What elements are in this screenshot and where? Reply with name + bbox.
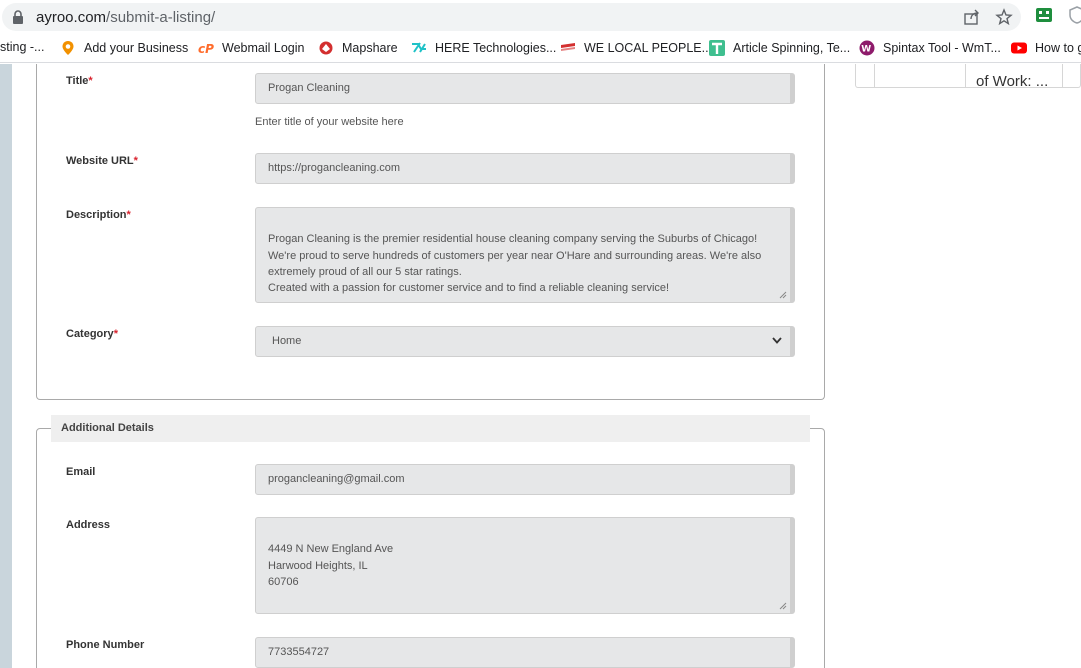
- description-label: Description*: [66, 209, 131, 221]
- star-icon[interactable]: [995, 8, 1013, 26]
- shield-icon[interactable]: [1068, 6, 1081, 24]
- chevron-down-icon: [772, 337, 782, 344]
- side-widget-text[interactable]: of Work: ...: [976, 73, 1048, 90]
- resize-handle-icon[interactable]: [779, 602, 787, 610]
- phone-number-label: Phone Number: [66, 639, 145, 651]
- category-select[interactable]: Home: [255, 326, 795, 357]
- t-icon: [709, 40, 725, 56]
- bookmark-item[interactable]: cP Webmail Login: [198, 40, 304, 56]
- spintax-icon: W: [859, 40, 875, 56]
- bookmark-item[interactable]: Article Spinning, Te...: [709, 40, 850, 56]
- website-url-label: Website URL*: [66, 155, 138, 167]
- email-input[interactable]: progancleaning@gmail.com: [255, 464, 795, 495]
- side-divider: [1062, 64, 1063, 88]
- address-text: 4449 N New England Ave Harwood Heights, …: [268, 543, 394, 588]
- address-label: Address: [66, 519, 111, 531]
- flag-icon: [561, 43, 575, 51]
- share-icon[interactable]: [963, 8, 981, 26]
- bookmark-item[interactable]: HERE Technologies...: [411, 40, 556, 56]
- address-bar[interactable]: ayroo.com/submit-a-listing/: [2, 3, 1021, 31]
- title-input[interactable]: Progan Cleaning: [255, 73, 795, 104]
- address-textarea[interactable]: 4449 N New England Ave Harwood Heights, …: [255, 517, 795, 614]
- title-hint: Enter title of your website here: [255, 116, 404, 128]
- left-scroll-edge: [0, 64, 12, 668]
- mapshare-icon: [319, 41, 333, 55]
- bookmark-label: Mapshare: [342, 41, 398, 55]
- extension-icon[interactable]: [1035, 6, 1053, 24]
- cpanel-icon: cP: [198, 42, 214, 56]
- lock-icon[interactable]: [12, 10, 24, 24]
- svg-text:cP: cP: [198, 42, 214, 56]
- bookmark-label: Spintax Tool - WmT...: [883, 41, 1001, 55]
- additional-details-legend: Additional Details: [51, 415, 810, 442]
- category-label: Category*: [66, 328, 118, 340]
- bookmark-label: Webmail Login: [222, 41, 305, 55]
- bookmark-item[interactable]: Add your Business: [60, 40, 188, 56]
- youtube-icon: [1011, 42, 1027, 54]
- website-url-input[interactable]: https://progancleaning.com: [255, 153, 795, 184]
- svg-text:W: W: [861, 45, 871, 55]
- bookmark-label: HERE Technologies...: [435, 41, 557, 55]
- description-text: Progan Cleaning is the premier residenti…: [268, 233, 762, 295]
- bookmark-item[interactable]: W Spintax Tool - WmT...: [859, 40, 1001, 56]
- bookmark-label: How to g: [1035, 41, 1081, 55]
- bookmark-item[interactable]: How to g: [1011, 40, 1081, 56]
- bookmark-item[interactable]: WE LOCAL PEOPLE...: [560, 40, 712, 56]
- location-pin-icon: [62, 41, 74, 55]
- here-icon: [412, 42, 426, 53]
- category-selected-value: Home: [272, 335, 302, 347]
- side-thumbnail[interactable]: [874, 64, 966, 87]
- bookmark-label: Article Spinning, Te...: [733, 41, 851, 55]
- description-textarea[interactable]: Progan Cleaning is the premier residenti…: [255, 207, 795, 303]
- bookmark-label: Add your Business: [84, 41, 189, 55]
- bookmark-label: sting -...: [0, 40, 45, 54]
- page-content: Title* Progan Cleaning Enter title of yo…: [0, 64, 1081, 668]
- bookmark-label: WE LOCAL PEOPLE...: [584, 41, 713, 55]
- email-label: Email: [66, 466, 96, 478]
- browser-toolbar: ayroo.com/submit-a-listing/: [0, 0, 1081, 34]
- phone-number-input[interactable]: 7733554727: [255, 637, 795, 668]
- title-label: Title*: [66, 75, 93, 87]
- bookmarks-bar: sting -... Add your Business cP Webmail …: [0, 34, 1081, 63]
- bookmark-item[interactable]: sting -...: [0, 40, 44, 54]
- resize-handle-icon[interactable]: [779, 291, 787, 299]
- bookmark-item[interactable]: Mapshare: [318, 40, 398, 56]
- url-text[interactable]: ayroo.com/submit-a-listing/: [36, 9, 215, 26]
